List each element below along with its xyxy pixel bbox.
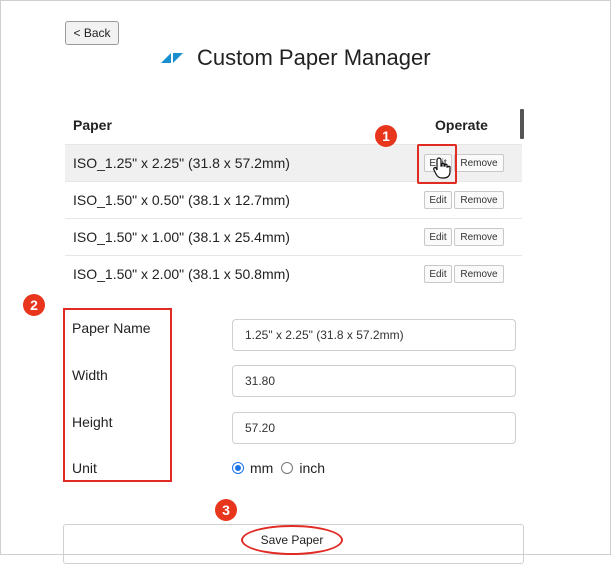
- row-actions: Edit Remove: [424, 191, 504, 209]
- remove-button[interactable]: Remove: [454, 154, 504, 172]
- paper-name-cell: ISO_1.25" x 2.25" (31.8 x 57.2mm): [73, 155, 290, 171]
- unit-inch-label: inch: [299, 460, 326, 476]
- width-field[interactable]: [232, 365, 516, 397]
- step-badge-3: 3: [215, 499, 237, 521]
- paper-name-cell: ISO_1.50" x 1.00" (38.1 x 25.4mm): [73, 229, 290, 245]
- unit-label: Unit: [72, 460, 97, 476]
- back-button[interactable]: < Back: [65, 21, 119, 45]
- table-row[interactable]: ISO_1.50" x 1.00" (38.1 x 25.4mm) Edit R…: [65, 218, 522, 255]
- step-badge-2: 2: [23, 294, 45, 316]
- unit-radio-group: mm inch: [232, 460, 325, 476]
- paper-name-cell: ISO_1.50" x 0.50" (38.1 x 12.7mm): [73, 192, 290, 208]
- paper-name-label: Paper Name: [72, 320, 151, 336]
- column-header-paper: Paper: [73, 117, 112, 133]
- table-header: Paper Operate: [65, 107, 521, 143]
- column-header-operate: Operate: [435, 117, 488, 133]
- remove-button[interactable]: Remove: [454, 265, 504, 283]
- remove-button[interactable]: Remove: [454, 228, 504, 246]
- step-badge-1: 1: [375, 125, 397, 147]
- remove-button[interactable]: Remove: [454, 191, 504, 209]
- page-title: Custom Paper Manager: [197, 45, 431, 70]
- edit-button[interactable]: Edit: [424, 228, 452, 246]
- zebra-logo-icon: [161, 53, 183, 63]
- row-actions: Edit Remove: [424, 228, 504, 246]
- hand-cursor-icon: [433, 157, 451, 179]
- save-paper-button[interactable]: Save Paper: [241, 525, 343, 555]
- row-actions: Edit Remove: [424, 265, 504, 283]
- edit-button[interactable]: Edit: [424, 191, 452, 209]
- unit-mm-label: mm: [250, 460, 274, 476]
- unit-inch-radio[interactable]: [281, 462, 294, 474]
- page-header: Custom Paper Manager: [161, 43, 431, 73]
- edit-button[interactable]: Edit: [424, 265, 452, 283]
- height-label: Height: [72, 414, 113, 430]
- paper-name-field[interactable]: [232, 319, 516, 351]
- table-row[interactable]: ISO_1.50" x 0.50" (38.1 x 12.7mm) Edit R…: [65, 181, 522, 218]
- unit-mm-radio[interactable]: [232, 462, 244, 474]
- table-row[interactable]: ISO_1.50" x 2.00" (38.1 x 50.8mm) Edit R…: [65, 255, 522, 292]
- height-field[interactable]: [232, 412, 516, 444]
- paper-name-cell: ISO_1.50" x 2.00" (38.1 x 50.8mm): [73, 266, 290, 282]
- app-window: < Back Custom Paper Manager Paper Operat…: [0, 0, 611, 564]
- width-label: Width: [72, 367, 108, 383]
- scrollbar[interactable]: [520, 109, 524, 139]
